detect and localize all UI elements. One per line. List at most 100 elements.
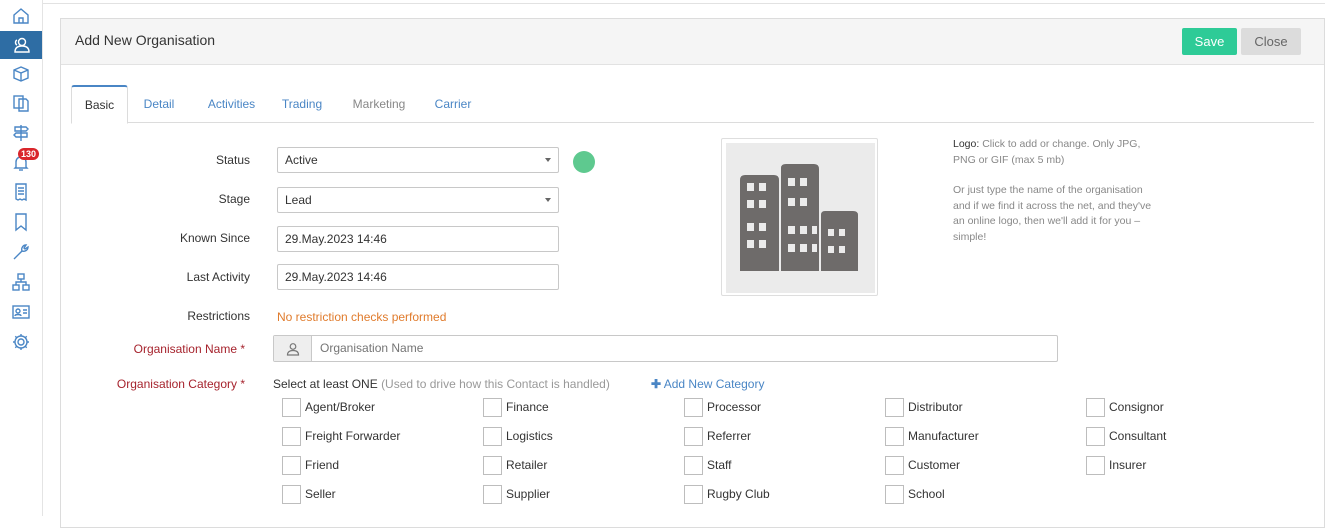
status-label: Status	[215, 153, 250, 167]
known-since-input[interactable]: 29.May.2023 14:46	[277, 226, 559, 252]
category-checkbox[interactable]	[282, 398, 301, 417]
tab-bar: Basic Detail Activities Trading Marketin…	[71, 85, 1314, 124]
organisation-name-label: Organisation Name *	[133, 342, 245, 356]
sidebar-item-structure[interactable]	[0, 268, 42, 296]
sidebar-item-directory[interactable]	[0, 298, 42, 326]
stage-label: Stage	[218, 192, 250, 206]
signpost-icon	[13, 125, 29, 141]
page-title: Add New Organisation	[75, 32, 216, 48]
category-checkbox[interactable]	[684, 456, 703, 475]
category-option-label[interactable]: Seller	[305, 487, 336, 501]
category-option-label[interactable]: Staff	[707, 458, 731, 472]
category-checkbox[interactable]	[1086, 456, 1105, 475]
category-option-label[interactable]: School	[908, 487, 945, 501]
category-option-label[interactable]: Customer	[908, 458, 960, 472]
last-activity-label: Last Activity	[186, 270, 250, 284]
receipt-icon	[15, 183, 27, 202]
category-option-label[interactable]: Rugby Club	[707, 487, 770, 501]
add-organisation-panel: Add New Organisation Save Close Basic De…	[60, 18, 1325, 528]
status-indicator	[573, 151, 595, 173]
category-option-label[interactable]: Consultant	[1109, 429, 1166, 443]
category-checkbox[interactable]	[282, 427, 301, 446]
category-option-label[interactable]: Consignor	[1109, 400, 1164, 414]
category-option-label[interactable]: Distributor	[908, 400, 963, 414]
wrench-icon	[13, 244, 29, 260]
category-option-label[interactable]: Logistics	[506, 429, 553, 443]
category-checkbox[interactable]	[483, 456, 502, 475]
logo-help-line-1: Click to add or change. Only JPG, PNG or…	[953, 138, 1141, 166]
last-activity-value: 29.May.2023 14:46	[285, 270, 387, 284]
category-checkbox[interactable]	[282, 456, 301, 475]
category-option-label[interactable]: Retailer	[506, 458, 547, 472]
tab-carrier[interactable]: Carrier	[429, 85, 477, 123]
organisation-category-label: Organisation Category *	[116, 377, 245, 391]
category-checkbox[interactable]	[483, 427, 502, 446]
organisation-name-field	[273, 335, 1058, 362]
close-button[interactable]: Close	[1241, 28, 1301, 55]
add-category-label: Add New Category	[663, 377, 765, 391]
category-checkbox[interactable]	[684, 427, 703, 446]
chevron-down-icon	[545, 158, 551, 162]
category-checkbox[interactable]	[885, 456, 904, 475]
name-addon	[274, 336, 312, 361]
tab-trading[interactable]: Trading	[277, 85, 327, 123]
organisation-name-input[interactable]	[320, 341, 1020, 355]
category-hint-main: Select at least ONE	[273, 377, 378, 391]
category-checkbox[interactable]	[483, 485, 502, 504]
category-checkbox[interactable]	[885, 398, 904, 417]
notification-badge: 130	[18, 148, 40, 160]
category-option-label[interactable]: Agent/Broker	[305, 400, 375, 414]
sidebar-item-settings[interactable]	[0, 328, 42, 356]
box-icon	[13, 66, 29, 82]
tab-marketing[interactable]: Marketing	[347, 85, 411, 123]
sidebar-item-invoices[interactable]	[0, 178, 42, 206]
category-option-label[interactable]: Freight Forwarder	[305, 429, 400, 443]
category-checkbox[interactable]	[1086, 427, 1105, 446]
sidebar-item-contacts[interactable]	[0, 31, 42, 59]
category-option-label[interactable]: Finance	[506, 400, 549, 414]
gear-icon	[13, 334, 29, 350]
stage-value: Lead	[285, 193, 312, 207]
sidebar-item-bookmarks[interactable]	[0, 208, 42, 236]
category-checkbox[interactable]	[885, 485, 904, 504]
category-checkbox[interactable]	[885, 427, 904, 446]
category-hint-note: (Used to drive how this Contact is handl…	[381, 377, 610, 391]
status-value: Active	[285, 153, 318, 167]
sidebar: 130	[0, 0, 43, 516]
sidebar-item-products[interactable]	[0, 60, 42, 88]
panel-header: Add New Organisation Save Close	[61, 19, 1324, 65]
tab-detail[interactable]: Detail	[137, 85, 181, 123]
category-checkbox[interactable]	[1086, 398, 1105, 417]
stage-select[interactable]: Lead	[277, 187, 559, 213]
sidebar-item-home[interactable]	[0, 2, 42, 30]
logo-help-title: Logo:	[953, 138, 980, 150]
save-button[interactable]: Save	[1182, 28, 1237, 55]
user-icon	[286, 342, 299, 356]
logo-placeholder	[726, 143, 875, 293]
category-option-label[interactable]: Insurer	[1109, 458, 1146, 472]
status-select[interactable]: Active	[277, 147, 559, 173]
last-activity-input[interactable]: 29.May.2023 14:46	[277, 264, 559, 290]
category-option-label[interactable]: Friend	[305, 458, 339, 472]
add-category-link[interactable]: ✚ Add New Category	[651, 377, 764, 391]
category-checkbox[interactable]	[684, 485, 703, 504]
category-checkbox[interactable]	[282, 485, 301, 504]
building-icon	[740, 164, 858, 271]
category-option-label[interactable]: Manufacturer	[908, 429, 979, 443]
category-option-label[interactable]: Referrer	[707, 429, 751, 443]
documents-icon	[13, 95, 29, 112]
category-checkbox[interactable]	[684, 398, 703, 417]
tab-basic[interactable]: Basic	[71, 85, 128, 124]
sidebar-item-routes[interactable]	[0, 119, 42, 147]
logo-upload[interactable]	[721, 138, 878, 296]
tab-activities[interactable]: Activities	[199, 85, 264, 123]
known-since-value: 29.May.2023 14:46	[285, 232, 387, 246]
category-checkbox[interactable]	[483, 398, 502, 417]
home-icon	[13, 8, 29, 24]
sidebar-item-tools[interactable]	[0, 238, 42, 266]
category-option-label[interactable]: Supplier	[506, 487, 550, 501]
sidebar-item-documents[interactable]	[0, 89, 42, 117]
id-card-icon	[12, 305, 30, 319]
category-option-label[interactable]: Processor	[707, 400, 761, 414]
category-hint: Select at least ONE (Used to drive how t…	[273, 377, 610, 391]
